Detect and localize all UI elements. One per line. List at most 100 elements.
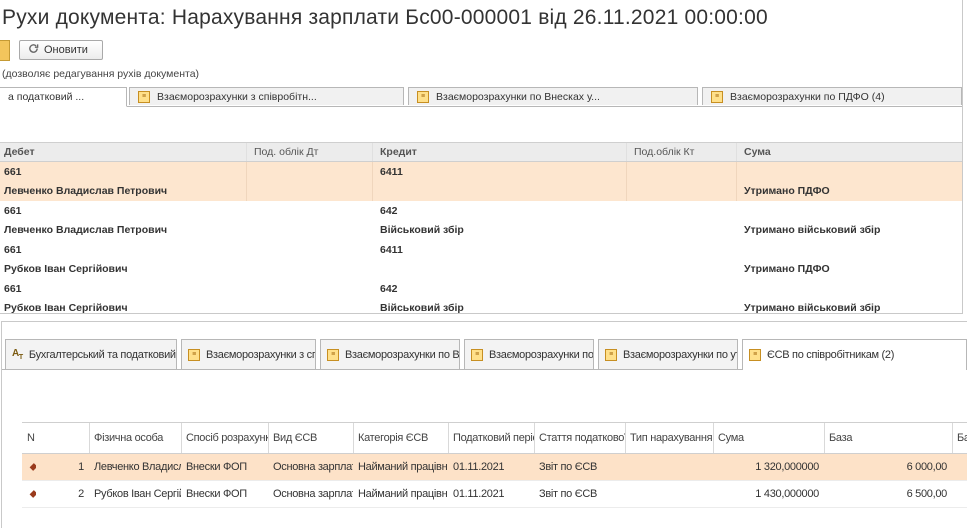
- tab-contributions-settlements[interactable]: ≡ Взаєморозрахунки по Внесках у...: [408, 87, 698, 105]
- column-header[interactable]: Баз: [952, 423, 967, 453]
- tab-pdfo-settlements[interactable]: ≡ Взаєморозрахунки по ПДФО (4): [702, 87, 962, 105]
- register-icon: ≡: [471, 348, 483, 361]
- column-header[interactable]: N: [22, 423, 89, 453]
- register-icon: ≡: [188, 348, 200, 361]
- accounting-entries-grid: Дебет Под. облік Дт Кредит Под.облік Кт …: [0, 142, 962, 318]
- tab-label: а податковий ...: [8, 91, 85, 103]
- tab-label: Взаєморозрахунки по ПДФО (4): [730, 90, 885, 103]
- column-header[interactable]: Дебет: [0, 143, 246, 161]
- column-header[interactable]: Стаття податкової д...: [534, 423, 625, 453]
- column-header[interactable]: Вид ЄСВ: [268, 423, 353, 453]
- row-status-icon: [22, 481, 36, 507]
- sum-cell: 1 320,000000: [755, 461, 819, 473]
- register-icon: ≡: [711, 90, 723, 103]
- tab-accounting-tax[interactable]: а податковий ...: [0, 87, 127, 107]
- esv-category-cell: Найманий працівни...: [358, 488, 448, 500]
- register-icon: ≡: [749, 349, 761, 361]
- refresh-button[interactable]: Оновити: [19, 40, 103, 60]
- register-tabs: AT Бухгалтерський та податковий ... ≡ Вз…: [2, 339, 967, 370]
- article-cell: Звіт по ЄСВ: [539, 488, 598, 500]
- column-header[interactable]: Фізична особа: [89, 423, 181, 453]
- column-header[interactable]: Спосіб розрахунку: [181, 423, 268, 453]
- column-header[interactable]: Под. облік Дт: [250, 143, 370, 161]
- table-row[interactable]: 1 Левченко Владисла... Внески ФОП Основн…: [22, 454, 967, 481]
- credit-cell: [376, 182, 626, 202]
- tab-accounting-tax[interactable]: AT Бухгалтерський та податковий ...: [5, 339, 177, 369]
- column-header[interactable]: Податковий період: [448, 423, 534, 453]
- column-header[interactable]: Сума: [713, 423, 824, 453]
- tab-employee-settlements[interactable]: ≡ Взаєморозрахунки з співробітн...: [181, 339, 316, 369]
- tab-label: Бухгалтерський та податковий ...: [28, 348, 177, 361]
- credit-cell: Військовий збір: [380, 302, 464, 315]
- column-header[interactable]: Кредит: [376, 143, 626, 161]
- person-cell: Рубков Іван Сергійо...: [94, 488, 181, 500]
- sum-cell: 1 430,000000: [755, 488, 819, 500]
- method-cell: Внески ФОП: [186, 461, 247, 473]
- refresh-label: Оновити: [44, 44, 88, 56]
- credit-cell: 642: [380, 204, 398, 217]
- table-row[interactable]: 661 642: [0, 201, 962, 221]
- register-tabs: а податковий ... ≡ Взаєморозрахунки з сп…: [0, 87, 962, 107]
- tab-label: Взаєморозрахунки по утриманн...: [623, 348, 737, 361]
- table-row[interactable]: Левченко Владислав Петрович Військовий з…: [0, 221, 962, 241]
- action-button[interactable]: [0, 40, 10, 61]
- register-icon: ≡: [417, 90, 429, 103]
- register-icon: ≡: [605, 348, 617, 361]
- article-cell: Звіт по ЄСВ: [539, 461, 598, 473]
- accrual-type-cell: [625, 454, 713, 480]
- tab-label: Взаєморозрахунки по Внесках у...: [345, 348, 460, 361]
- base-cell: 6 500,00: [906, 488, 948, 500]
- column-header[interactable]: База: [824, 423, 952, 453]
- esv-type-cell: Основна зарплата: [273, 461, 353, 473]
- tab-employee-settlements[interactable]: ≡ Взаєморозрахунки з співробітн...: [129, 87, 404, 105]
- table-row[interactable]: Левченко Владислав Петрович Утримано ПДФ…: [0, 181, 962, 202]
- column-header[interactable]: Под.облік Кт: [630, 143, 735, 161]
- esv-category-cell: Найманий працівни...: [358, 461, 448, 473]
- method-cell: Внески ФОП: [186, 488, 247, 500]
- sum-cell: Утримано військовий збір: [744, 302, 881, 315]
- register-icon: ≡: [138, 90, 150, 103]
- esv-movements-panel: AT Бухгалтерський та податковий ... ≡ Вз…: [1, 321, 967, 528]
- debit-cell: Рубков Іван Сергійович: [4, 302, 128, 315]
- refresh-icon: [28, 43, 39, 57]
- column-header[interactable]: Категорія ЄСВ: [353, 423, 448, 453]
- table-row[interactable]: Рубков Іван Сергійович Утримано ПДФО: [0, 260, 962, 280]
- tab-label: Взаєморозрахунки по ПДФО (4): [489, 348, 594, 361]
- sum-cell: Утримано військовий збір: [744, 224, 881, 237]
- row-number: 2: [78, 488, 84, 500]
- esv-type-cell: Основна зарплата: [273, 488, 353, 500]
- credit-cell: 6411: [380, 165, 403, 178]
- debit-cell: 661: [4, 165, 22, 178]
- debit-cell: 661: [4, 243, 22, 256]
- tab-label: ЄСВ по співробітникам (2): [767, 349, 895, 361]
- sum-cell: [740, 201, 960, 221]
- column-header[interactable]: Сума: [740, 143, 960, 161]
- tab-esv-employees[interactable]: ≡ ЄСВ по співробітникам (2): [742, 339, 967, 370]
- debit-cell: Рубков Іван Сергійович: [4, 263, 128, 276]
- document-movements-panel: Рухи документа: Нарахування зарплати Бс0…: [0, 0, 963, 314]
- tab-label: Взаєморозрахунки з співробітн...: [157, 90, 317, 103]
- table-row[interactable]: 661 6411: [0, 162, 962, 182]
- credit-cell: [376, 260, 626, 280]
- accrual-type-cell: [625, 481, 713, 507]
- debit-cell: Левченко Владислав Петрович: [4, 224, 168, 237]
- grid-header: N Фізична особа Спосіб розрахунку Вид ЄС…: [22, 422, 967, 454]
- tab-label: Взаєморозрахунки по Внесках у...: [436, 90, 600, 103]
- table-row[interactable]: Рубков Іван Сергійович Військовий збір У…: [0, 299, 962, 319]
- table-row[interactable]: 661 642: [0, 279, 962, 299]
- tab-withholding-settlements[interactable]: ≡ Взаєморозрахунки по утриманн...: [598, 339, 738, 369]
- column-header[interactable]: Тип нарахування: [625, 423, 713, 453]
- tab-pdfo-settlements[interactable]: ≡ Взаєморозрахунки по ПДФО (4): [464, 339, 594, 369]
- debit-cell: Левченко Владислав Петрович: [4, 185, 168, 198]
- sum-cell: Утримано ПДФО: [744, 263, 830, 276]
- table-row[interactable]: 2 Рубков Іван Сергійо... Внески ФОП Осно…: [22, 481, 967, 508]
- tab-contributions-settlements[interactable]: ≡ Взаєморозрахунки по Внесках у...: [320, 339, 460, 369]
- period-cell: 01.11.2021: [453, 461, 505, 473]
- table-row[interactable]: 661 6411: [0, 240, 962, 260]
- sum-cell: Утримано ПДФО: [744, 185, 830, 198]
- window-title: Рухи документа: Нарахування зарплати Бс0…: [2, 6, 768, 29]
- row-number: 1: [78, 461, 84, 473]
- credit-cell: 6411: [380, 243, 403, 256]
- register-icon: ≡: [327, 348, 339, 361]
- person-cell: Левченко Владисла...: [94, 461, 181, 473]
